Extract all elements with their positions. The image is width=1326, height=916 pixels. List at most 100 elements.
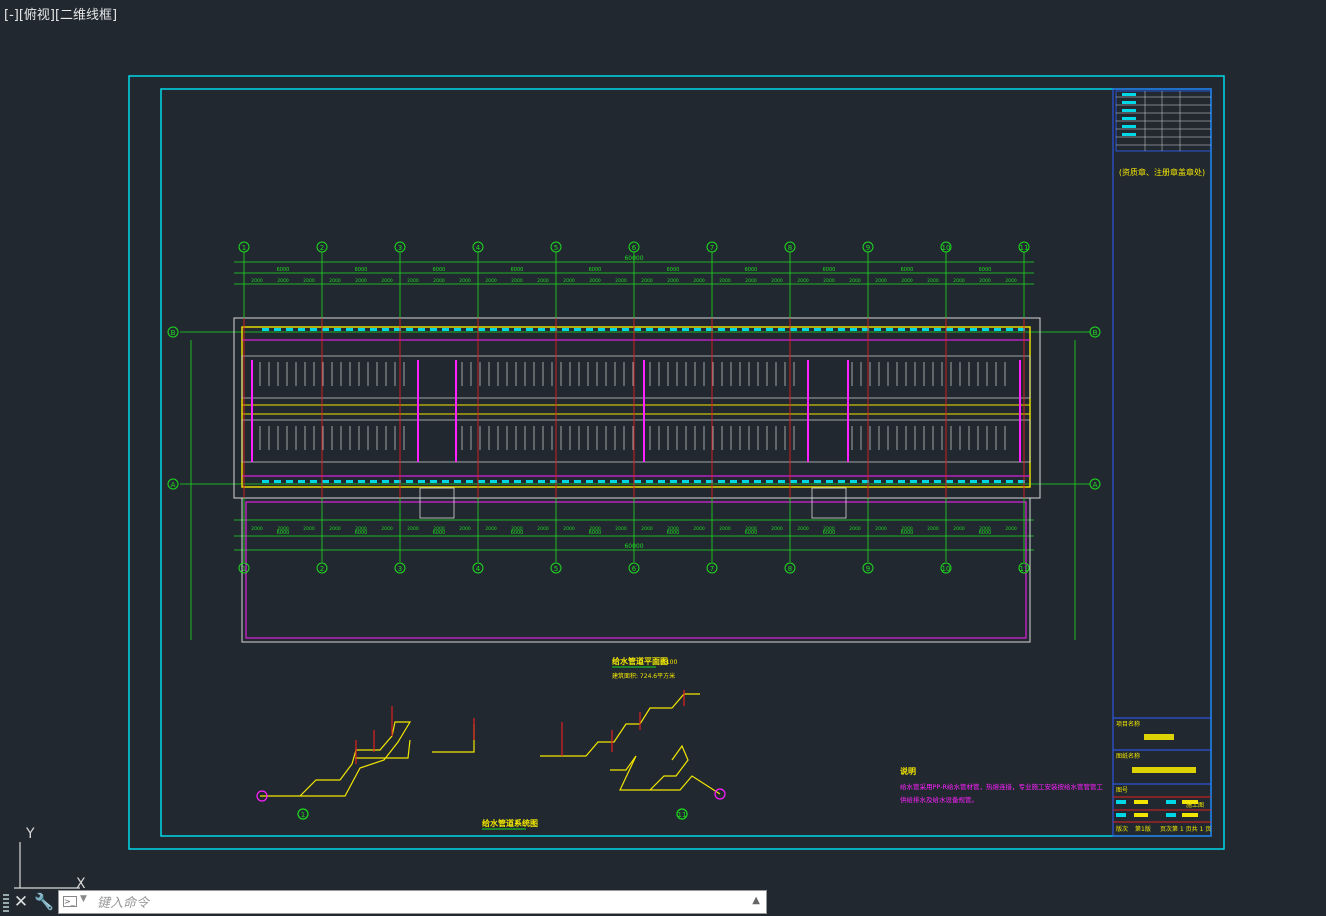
sub-dimension-text: 2000 xyxy=(953,526,965,532)
stage-text: 施工图 xyxy=(1186,801,1204,809)
command-bar-grip[interactable] xyxy=(3,894,9,912)
fixture-mark xyxy=(610,480,617,483)
plan-area: 建筑面积: 724.6平方米 xyxy=(612,672,675,680)
sub-dimension-text: 2000 xyxy=(745,278,757,284)
axis-bubbles-top: 1 2 3 4 5 6 7 8 9 10 11 xyxy=(238,241,1030,253)
fixture-mark xyxy=(310,480,317,483)
fixture-mark xyxy=(490,328,497,331)
fixture-mark xyxy=(526,480,533,483)
fixture-mark xyxy=(370,480,377,483)
fixture-mark xyxy=(682,480,689,483)
fixture-mark xyxy=(850,328,857,331)
fixture-mark xyxy=(1006,328,1013,331)
fixture-mark xyxy=(946,480,953,483)
row-bubble-b-right: B xyxy=(1089,326,1101,338)
chevron-up-icon[interactable]: ▲ xyxy=(752,895,760,906)
project-label: 项目名称 xyxy=(1116,720,1140,728)
fixture-mark xyxy=(478,328,485,331)
fixture-mark xyxy=(694,328,701,331)
fixture-mark xyxy=(730,328,737,331)
sub-dimension-text: 2000 xyxy=(693,278,705,284)
sub-dimension-text: 2000 xyxy=(771,278,783,284)
dimension-text: 6000 xyxy=(589,267,602,273)
fixture-mark xyxy=(430,328,437,331)
notes-line-1: 给水管采用PP-R给水管材管，热熔连接，专业施工安装按给水管管管工 xyxy=(900,782,1104,791)
fixture-mark xyxy=(958,480,965,483)
sub-dimension-text: 2000 xyxy=(615,278,627,284)
sub-dimension-text: 2000 xyxy=(641,526,653,532)
notes-title: 说明 xyxy=(900,766,916,776)
sub-dimension-text: 2000 xyxy=(537,526,549,532)
fixture-mark xyxy=(382,480,389,483)
sub-dimension-text: 2000 xyxy=(589,526,601,532)
fixture-mark xyxy=(646,480,653,483)
fixture-mark xyxy=(454,480,461,483)
fixture-mark xyxy=(334,328,341,331)
sub-dimension-text: 2000 xyxy=(719,278,731,284)
sub-dimension-text: 2000 xyxy=(875,526,887,532)
close-icon[interactable]: ✕ xyxy=(12,891,30,913)
fixture-mark xyxy=(586,328,593,331)
sub-dimension-text: 2000 xyxy=(719,526,731,532)
fixture-mark xyxy=(754,480,761,483)
sub-dimension-text: 2000 xyxy=(797,278,809,284)
fixture-mark xyxy=(694,480,701,483)
ucs-icon: Y X xyxy=(14,826,86,892)
fixture-mark xyxy=(562,480,569,483)
sub-dimension-text: 2000 xyxy=(797,526,809,532)
wrench-icon[interactable]: 🔧 xyxy=(34,891,54,913)
fixture-mark xyxy=(910,328,917,331)
fixture-mark xyxy=(838,480,845,483)
fixture-mark xyxy=(802,328,809,331)
sub-dimension-text: 2000 xyxy=(355,526,367,532)
fixture-mark xyxy=(478,480,485,483)
dimension-text: 6000 xyxy=(823,267,836,273)
axis-bubble-label: 5 xyxy=(554,244,558,252)
axis-rows xyxy=(180,331,1090,640)
axis-bubble-label: 9 xyxy=(866,244,870,252)
fixture-mark xyxy=(598,480,605,483)
svg-text:1: 1 xyxy=(301,811,305,819)
row-bubble-a-left: A xyxy=(167,478,179,490)
dimension-text: 6000 xyxy=(901,267,914,273)
dimension-text: 6000 xyxy=(979,267,992,273)
sub-dimension-text: 2000 xyxy=(485,526,497,532)
cad-drawing-canvas[interactable]: (资质章、注册章盖章处) 项目名称 图纸名称 图号 施工图 版次 第1版 页次第… xyxy=(0,0,1326,916)
axis-bubble-label: 7 xyxy=(710,244,714,252)
fixture-mark xyxy=(1006,480,1013,483)
fixture-mark xyxy=(814,480,821,483)
fixture-mark xyxy=(502,480,509,483)
sub-dimension-text: 2000 xyxy=(433,278,445,284)
fixture-mark xyxy=(718,328,725,331)
command-input[interactable] xyxy=(95,892,739,914)
sub-dimension-text: 2000 xyxy=(745,526,757,532)
fixture-mark xyxy=(922,328,929,331)
sub-dimension-text: 2000 xyxy=(979,278,991,284)
fixture-mark xyxy=(658,328,665,331)
svg-text:11: 11 xyxy=(678,811,687,819)
fixture-mark xyxy=(754,328,761,331)
fixture-mark xyxy=(286,328,293,331)
sub-dimension-text: 2000 xyxy=(615,526,627,532)
sub-dimension-text: 2000 xyxy=(381,526,393,532)
fixture-mark xyxy=(970,328,977,331)
axis-bubble-label: 1 xyxy=(242,565,246,573)
fixture-mark xyxy=(310,328,317,331)
sub-dimension-text: 2000 xyxy=(277,278,289,284)
axis-bubble-label: 8 xyxy=(788,244,792,252)
command-prompt-icon[interactable]: >_ xyxy=(63,896,77,907)
sub-dimension-text: 2000 xyxy=(927,278,939,284)
axis-bubble-label: 8 xyxy=(788,565,792,573)
sub-dimension-text: 2000 xyxy=(303,526,315,532)
fixture-mark xyxy=(742,328,749,331)
page-text: 页次第 1 页共 1 页 xyxy=(1160,825,1211,833)
svg-text:Y: Y xyxy=(25,826,35,842)
sheet-outer-frame xyxy=(128,75,1225,850)
sub-dimension-text: 2000 xyxy=(693,526,705,532)
fixture-mark xyxy=(406,328,413,331)
axis-bubble-label: 6 xyxy=(632,565,637,573)
chevron-down-icon[interactable]: ▼ xyxy=(80,894,87,904)
fixture-mark xyxy=(406,480,413,483)
fixture-mark xyxy=(946,328,953,331)
fixture-mark xyxy=(514,328,521,331)
